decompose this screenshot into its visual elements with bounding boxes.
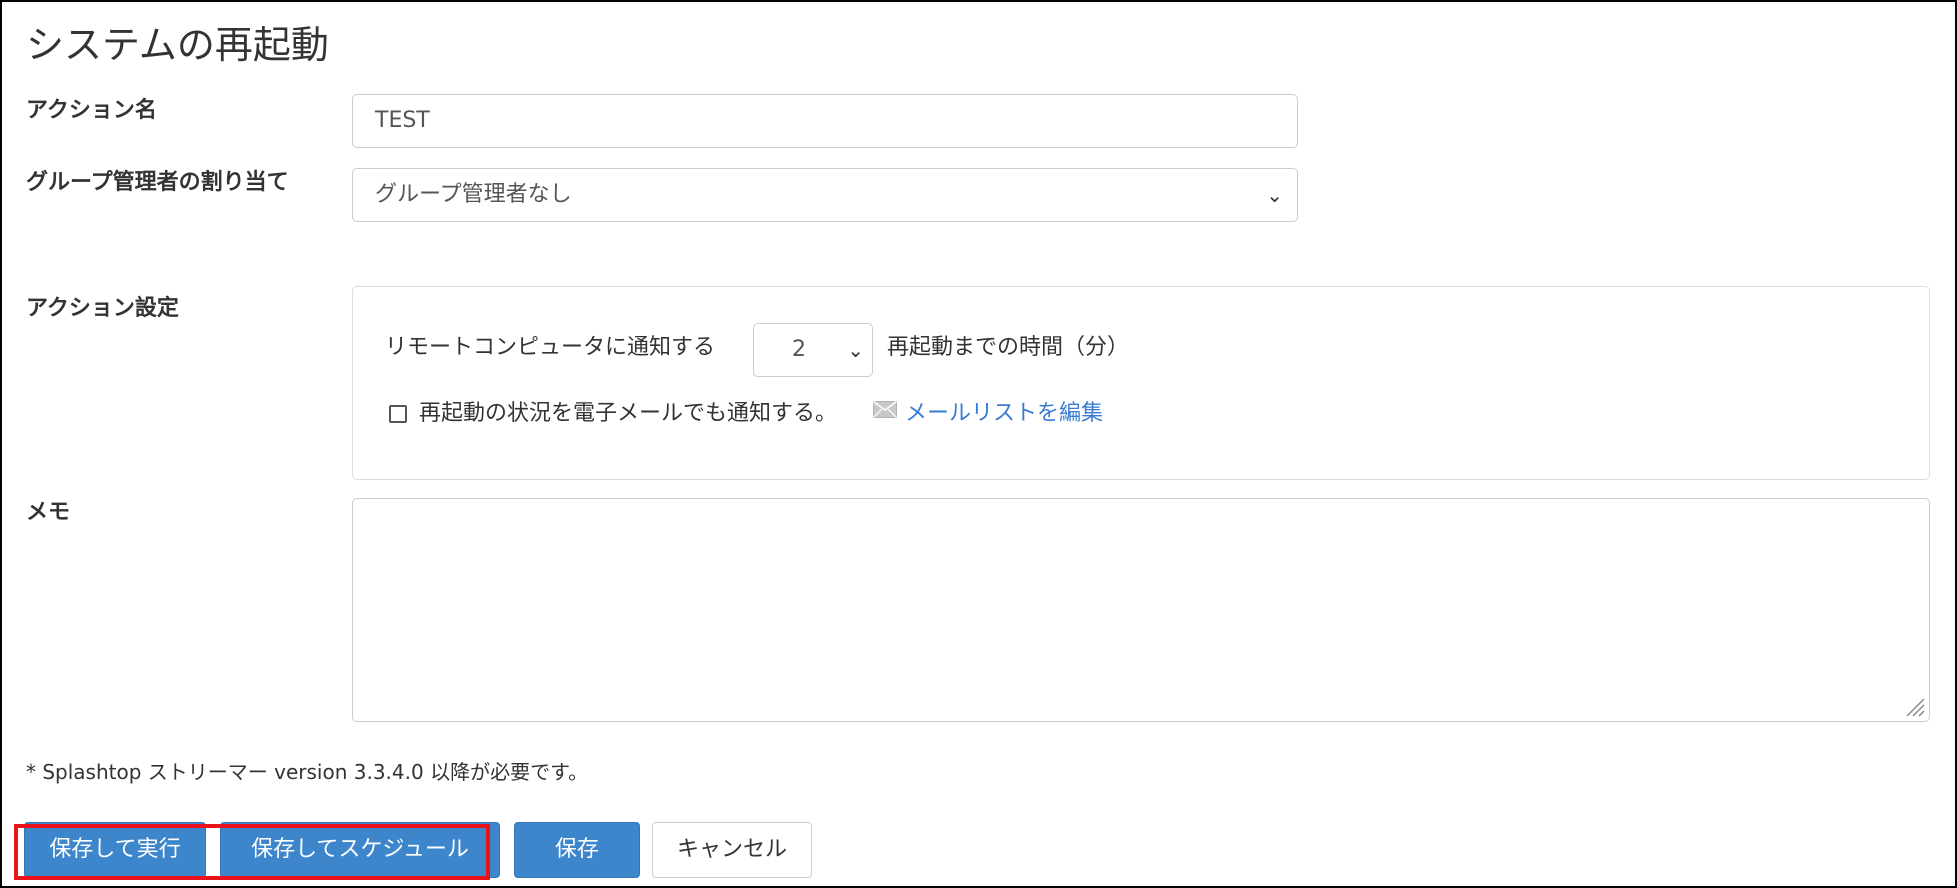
email-notify-checkbox[interactable] <box>389 405 407 423</box>
action-name-input[interactable]: TEST <box>352 94 1298 148</box>
restart-system-dialog: システムの再起動 アクション名 TEST グループ管理者の割り当て グループ管理… <box>0 0 1957 888</box>
restart-time-label: 再起動までの時間（分） <box>887 335 1130 360</box>
group-admin-select[interactable]: グループ管理者なし ⌄ <box>352 168 1298 222</box>
group-admin-label: グループ管理者の割り当て <box>26 170 289 195</box>
edit-mail-list-link[interactable]: メールリストを編集 <box>905 397 1103 431</box>
resize-grip-icon[interactable] <box>1903 695 1925 717</box>
memo-label: メモ <box>26 500 71 525</box>
restart-minutes-value: 2 <box>792 337 806 362</box>
cancel-button[interactable]: キャンセル <box>652 822 812 878</box>
memo-textarea[interactable] <box>352 498 1930 722</box>
save-and-schedule-button[interactable]: 保存してスケジュール <box>220 822 500 878</box>
action-settings-panel: リモートコンピュータに通知する 2 ⌄ 再起動までの時間（分） 再起動の状況を電… <box>352 286 1930 480</box>
email-notify-label: 再起動の状況を電子メールでも通知する。 <box>419 401 838 426</box>
envelope-icon <box>873 401 897 418</box>
action-settings-label: アクション設定 <box>26 296 179 321</box>
version-requirement-note: * Splashtop ストリーマー version 3.3.4.0 以降が必要… <box>26 760 589 784</box>
action-name-value: TEST <box>375 108 430 133</box>
action-name-label: アクション名 <box>26 98 157 123</box>
restart-minutes-select[interactable]: 2 ⌄ <box>753 323 873 377</box>
chevron-down-icon: ⌄ <box>1266 183 1283 207</box>
save-button[interactable]: 保存 <box>514 822 640 878</box>
chevron-down-icon: ⌄ <box>847 338 864 362</box>
save-and-run-button[interactable]: 保存して実行 <box>24 822 206 878</box>
page-title: システムの再起動 <box>26 23 329 67</box>
group-admin-selected: グループ管理者なし <box>375 182 572 207</box>
notify-remote-label: リモートコンピュータに通知する <box>385 335 716 360</box>
